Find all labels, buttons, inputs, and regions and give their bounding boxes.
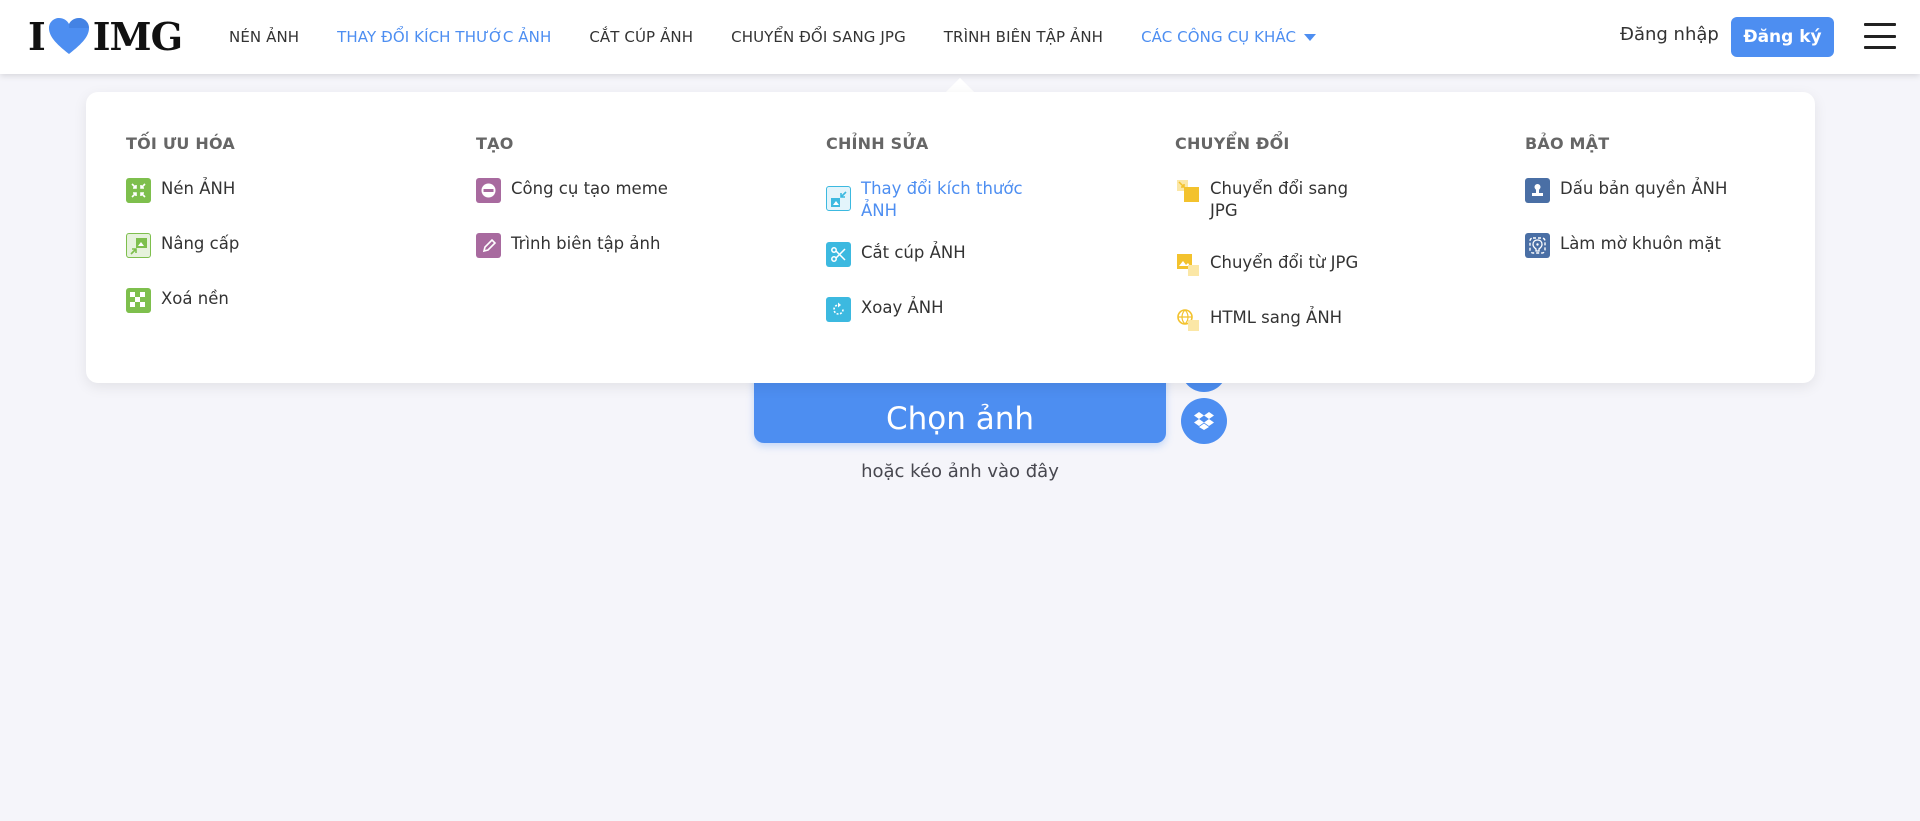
resize-icon <box>826 186 851 211</box>
tool-watermark[interactable]: Dấu bản quyền ẢNH <box>1525 178 1785 203</box>
logo[interactable]: I IMG <box>28 13 183 59</box>
tool-meme-generator[interactable]: Công cụ tạo meme <box>476 178 736 203</box>
nav-resize[interactable]: THAY ĐỔI KÍCH THƯỚC ẢNH <box>318 28 570 46</box>
tool-upscale[interactable]: Nâng cấp <box>126 233 386 258</box>
menu-column-convert: CHUYỂN ĐỔI Chuyển đổi sang JPG Chuyển đổ… <box>1175 134 1435 332</box>
menu-column-optimize: TỐI ƯU HÓA Nén ẢNH Nâng cấp Xoá nền <box>126 134 386 313</box>
column-title: TỐI ƯU HÓA <box>126 134 235 153</box>
tool-rotate[interactable]: Xoay ẢNH <box>826 297 1086 322</box>
blur-face-icon <box>1525 233 1550 258</box>
logo-text-right: IMG <box>92 13 183 59</box>
menu-column-security: BẢO MẬT Dấu bản quyền ẢNH Làm mờ khuôn m… <box>1525 134 1785 258</box>
upscale-icon <box>126 233 151 258</box>
menu-column-create: TẠO Công cụ tạo meme Trình biên tập ảnh <box>476 134 736 258</box>
tool-remove-background[interactable]: Xoá nền <box>126 288 386 313</box>
tool-html-to-image[interactable]: HTML sang ẢNH <box>1175 307 1435 332</box>
pencil-icon <box>476 233 501 258</box>
dropbox-icon <box>1194 412 1214 430</box>
meme-icon <box>476 178 501 203</box>
column-title: CHỈNH SỬA <box>826 134 929 153</box>
hamburger-menu-icon[interactable] <box>1864 23 1896 49</box>
tool-convert-to-jpg[interactable]: Chuyển đổi sang JPG <box>1175 178 1435 222</box>
nav-crop[interactable]: CẮT CÚP ẢNH <box>570 28 712 46</box>
tool-resize[interactable]: Thay đổi kích thước ẢNH <box>826 178 1086 222</box>
signup-button[interactable]: Đăng ký <box>1731 17 1834 57</box>
top-header: I IMG NÉN ẢNH THAY ĐỔI KÍCH THƯỚC ẢNH CẮ… <box>0 0 1920 74</box>
caret-down-icon <box>1304 33 1317 41</box>
crop-icon <box>826 242 851 267</box>
nav-compress[interactable]: NÉN ẢNH <box>210 28 318 46</box>
convert-from-jpg-icon <box>1175 252 1200 277</box>
tool-blur-face[interactable]: Làm mờ khuôn mặt <box>1525 233 1785 258</box>
watermark-icon <box>1525 178 1550 203</box>
nav-more-tools-label: CÁC CÔNG CỤ KHÁC <box>1141 28 1297 46</box>
tools-mega-menu: TỐI ƯU HÓA Nén ẢNH Nâng cấp Xoá nền TẠO <box>86 92 1815 383</box>
main-nav: NÉN ẢNH THAY ĐỔI KÍCH THƯỚC ẢNH CẮT CÚP … <box>210 0 1335 74</box>
heart-logo-icon <box>48 18 89 54</box>
rotate-icon <box>826 297 851 322</box>
column-title: TẠO <box>476 134 514 153</box>
tool-crop[interactable]: Cắt cúp ẢNH <box>826 242 1086 267</box>
drop-hint: hoặc kéo ảnh vào đây <box>861 461 1059 482</box>
menu-column-edit: CHỈNH SỬA Thay đổi kích thước ẢNH Cắt cú… <box>826 134 1086 322</box>
tool-compress[interactable]: Nén ẢNH <box>126 178 386 203</box>
tool-photo-editor[interactable]: Trình biên tập ảnh <box>476 233 736 258</box>
dropbox-button[interactable] <box>1181 398 1227 444</box>
nav-photo-editor[interactable]: TRÌNH BIÊN TẬP ẢNH <box>925 28 1122 46</box>
remove-background-icon <box>126 288 151 313</box>
column-title: CHUYỂN ĐỔI <box>1175 134 1290 153</box>
html-to-image-icon <box>1175 307 1200 332</box>
nav-convert-to-jpg[interactable]: CHUYỂN ĐỔI SANG JPG <box>712 28 925 46</box>
convert-to-jpg-icon <box>1175 178 1200 203</box>
compress-icon <box>126 178 151 203</box>
nav-more-tools[interactable]: CÁC CÔNG CỤ KHÁC <box>1122 28 1335 46</box>
column-title: BẢO MẬT <box>1525 134 1610 153</box>
login-link[interactable]: Đăng nhập <box>1620 24 1719 45</box>
logo-text-left: I <box>28 13 46 59</box>
choose-image-label: Chọn ảnh <box>885 400 1035 437</box>
tool-convert-from-jpg[interactable]: Chuyển đổi từ JPG <box>1175 252 1435 277</box>
